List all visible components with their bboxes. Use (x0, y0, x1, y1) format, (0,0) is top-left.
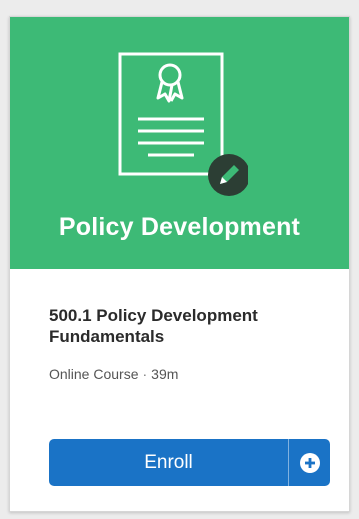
certificate-document-icon (118, 52, 248, 196)
course-banner: Policy Development (10, 17, 349, 269)
banner-title: Policy Development (58, 213, 301, 241)
course-meta: Online Course · 39m (49, 366, 178, 382)
course-type: Online Course (49, 366, 139, 382)
course-duration: 39m (151, 366, 179, 382)
meta-separator: · (142, 366, 148, 382)
course-title[interactable]: 500.1 Policy Development Fundamentals (49, 305, 329, 347)
enroll-button[interactable]: Enroll (49, 439, 288, 486)
enroll-button-group: Enroll (49, 439, 330, 486)
course-card[interactable]: Policy Development 500.1 Policy Developm… (9, 16, 350, 512)
plus-circle-icon (299, 452, 320, 473)
add-button[interactable] (289, 439, 330, 486)
